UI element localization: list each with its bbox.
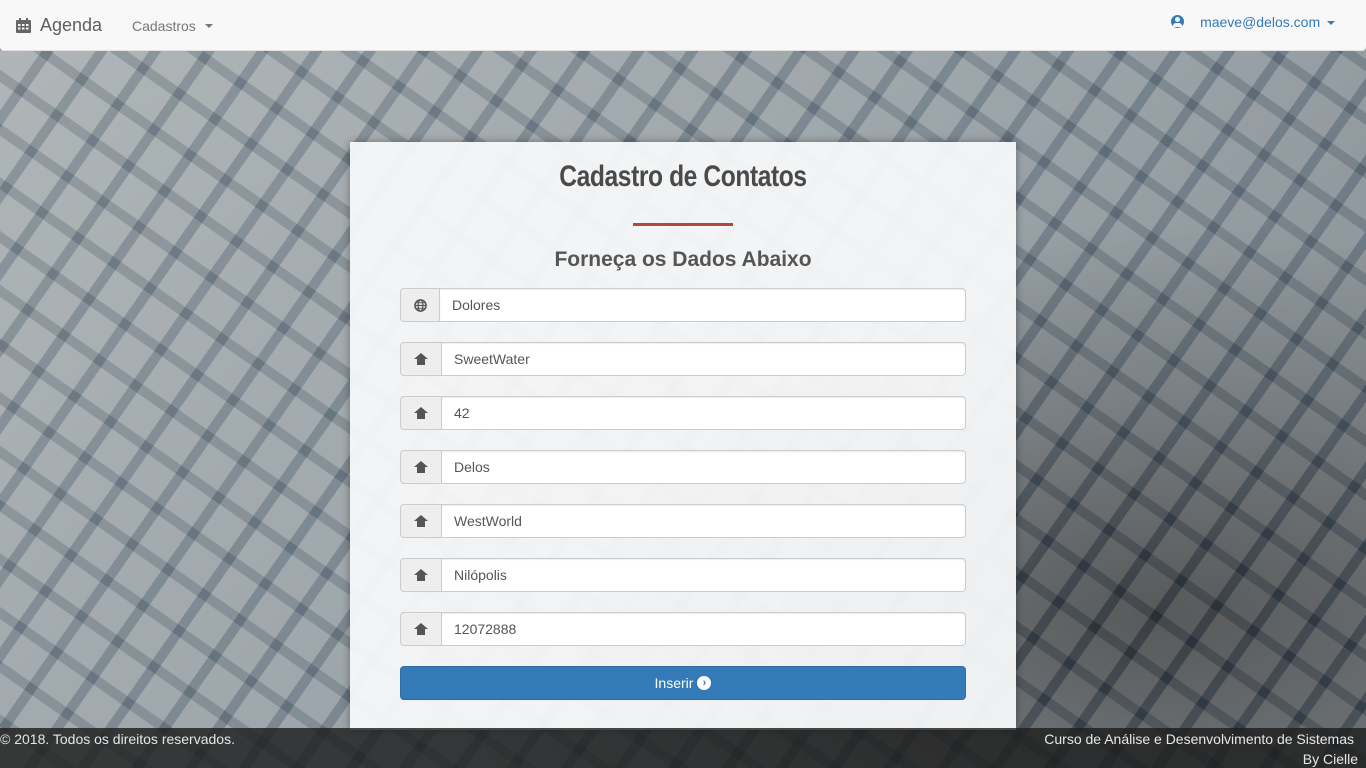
city-input[interactable]	[441, 558, 966, 592]
name-input[interactable]	[439, 288, 966, 322]
home-icon	[400, 504, 441, 538]
page-footer: © 2018. Todos os direitos reservados. Cu…	[0, 728, 1366, 768]
user-dropdown[interactable]: maeve@delos.com	[1171, 0, 1335, 43]
home-icon	[400, 450, 441, 484]
complement-input[interactable]	[441, 450, 966, 484]
home-icon	[400, 612, 441, 646]
top-navbar: Agenda Cadastros maeve@delos.com	[0, 0, 1366, 51]
user-circle-icon	[1171, 15, 1185, 28]
insert-button[interactable]: Inserir ›	[400, 666, 966, 700]
credit-text: By Cielle	[1302, 751, 1358, 767]
page-title: Cadastro de Contatos	[559, 160, 807, 193]
caret-down-icon	[204, 23, 213, 28]
title-divider	[633, 223, 733, 226]
number-input[interactable]	[441, 396, 966, 430]
caret-down-icon	[1327, 20, 1335, 25]
home-icon	[400, 558, 441, 592]
city-field-group	[400, 558, 966, 592]
complement-field-group	[400, 450, 966, 484]
form-subtitle: Forneça os Dados Abaixo	[554, 248, 812, 271]
brand-link[interactable]: Agenda	[15, 0, 102, 51]
name-field-group	[400, 288, 966, 322]
district-input[interactable]	[441, 504, 966, 538]
cadastros-label: Cadastros	[132, 17, 196, 34]
chevron-circle-right-icon: ›	[697, 676, 712, 690]
home-icon	[400, 396, 441, 430]
course-text: Curso de Análise e Desenvolvimento de Si…	[1044, 731, 1354, 747]
number-field-group	[400, 396, 966, 430]
zipcode-field-group	[400, 612, 966, 646]
street-input[interactable]	[441, 342, 966, 376]
copyright-text: © 2018. Todos os direitos reservados.	[0, 731, 235, 747]
calendar-icon	[16, 18, 31, 33]
brand-label: Agenda	[40, 15, 103, 35]
cadastros-dropdown[interactable]: Cadastros	[132, 0, 213, 51]
globe-icon	[400, 288, 439, 322]
zipcode-input[interactable]	[441, 612, 966, 646]
user-email: maeve@delos.com	[1200, 13, 1321, 30]
insert-button-label: Inserir	[654, 675, 694, 691]
district-field-group	[400, 504, 966, 538]
street-field-group	[400, 342, 966, 376]
home-icon	[400, 342, 441, 376]
